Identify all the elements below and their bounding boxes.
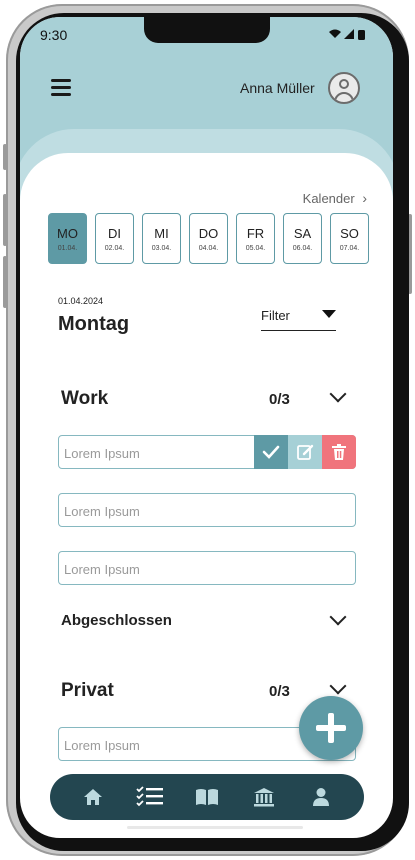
kalender-label: Kalender	[302, 191, 355, 206]
day-abbr: MI	[154, 226, 169, 241]
signal-wifi-battery-icon	[329, 29, 365, 40]
filter-label: Filter	[261, 308, 290, 323]
edit-icon	[297, 444, 314, 460]
nav-book[interactable]	[192, 782, 222, 812]
day-date: 05.04.	[245, 245, 266, 252]
chevron-down-icon[interactable]	[329, 677, 347, 695]
chevron-down-icon[interactable]	[329, 608, 347, 626]
nav-profile[interactable]	[306, 782, 336, 812]
filter-dropdown[interactable]: Filter	[261, 307, 336, 331]
hamburger-menu-icon[interactable]	[51, 79, 71, 96]
day-friday[interactable]: FR 05.04.	[236, 213, 275, 264]
task-item[interactable]: Lorem Ipsum	[58, 551, 356, 585]
status-time: 9:30	[40, 27, 68, 43]
work-section-title: Work	[61, 388, 109, 409]
privat-section-title: Privat	[61, 680, 114, 701]
day-date: 07.04.	[339, 245, 360, 252]
task-label: Lorem Ipsum	[64, 562, 140, 577]
day-tuesday[interactable]: DI 02.04.	[95, 213, 134, 264]
book-icon	[195, 789, 218, 805]
day-wednesday[interactable]: MI 03.04.	[142, 213, 181, 264]
app-screen: 9:30 Anna Müller Kalender › MO 01.04. DI…	[20, 17, 393, 838]
day-thursday[interactable]: DO 04.04.	[189, 213, 228, 264]
work-count: 0/3	[269, 391, 290, 408]
person-icon	[313, 788, 330, 806]
notch	[144, 17, 270, 43]
volume-down-button	[3, 256, 7, 308]
dropdown-arrow-icon	[322, 310, 336, 318]
task-label: Lorem Ipsum	[64, 446, 140, 461]
complete-button[interactable]	[254, 435, 288, 469]
task-actions	[254, 435, 356, 469]
user-name: Anna Müller	[240, 80, 315, 96]
week-day-selector: MO 01.04. DI 02.04. MI 03.04. DO 04.04. …	[48, 213, 369, 264]
day-date: 01.04.	[57, 245, 78, 252]
chevron-down-icon[interactable]	[329, 385, 347, 403]
trash-icon	[332, 444, 346, 460]
day-monday[interactable]: MO 01.04.	[48, 213, 87, 264]
privat-count: 0/3	[269, 683, 290, 700]
task-label: Lorem Ipsum	[64, 504, 140, 519]
completed-section-label: Abgeschlossen	[61, 612, 172, 629]
day-abbr: MO	[57, 226, 78, 241]
bank-icon	[254, 788, 275, 807]
avatar[interactable]	[328, 72, 360, 104]
day-abbr: SO	[340, 226, 359, 241]
day-abbr: FR	[246, 226, 265, 241]
edit-button[interactable]	[288, 435, 322, 469]
day-date: 06.04.	[292, 245, 313, 252]
task-item[interactable]: Lorem Ipsum	[58, 435, 356, 469]
selected-date: 01.04.2024	[58, 296, 104, 306]
day-abbr: SA	[293, 226, 312, 241]
task-item[interactable]: Lorem Ipsum	[58, 493, 356, 527]
nav-home[interactable]	[78, 782, 108, 812]
add-task-button[interactable]	[299, 696, 363, 760]
delete-button[interactable]	[322, 435, 356, 469]
home-indicator	[127, 826, 303, 829]
nav-tasks[interactable]	[135, 782, 165, 812]
status-icons	[327, 28, 375, 43]
day-abbr: DI	[108, 226, 121, 241]
day-saturday[interactable]: SA 06.04.	[283, 213, 322, 264]
kalender-link[interactable]: Kalender ›	[303, 190, 367, 206]
check-icon	[262, 445, 280, 459]
day-date: 02.04.	[104, 245, 125, 252]
task-label: Lorem Ipsum	[64, 738, 140, 753]
nav-bank[interactable]	[249, 782, 279, 812]
day-title: Montag	[58, 313, 130, 335]
bottom-nav	[50, 774, 364, 820]
day-date: 03.04.	[151, 245, 172, 252]
home-icon	[83, 789, 102, 805]
volume-up-button	[3, 194, 7, 246]
task-list-icon	[136, 786, 163, 807]
day-sunday[interactable]: SO 07.04.	[330, 213, 369, 264]
day-date: 04.04.	[198, 245, 219, 252]
mute-switch	[3, 144, 7, 170]
chevron-right-icon: ›	[362, 190, 367, 206]
day-abbr: DO	[198, 226, 219, 241]
